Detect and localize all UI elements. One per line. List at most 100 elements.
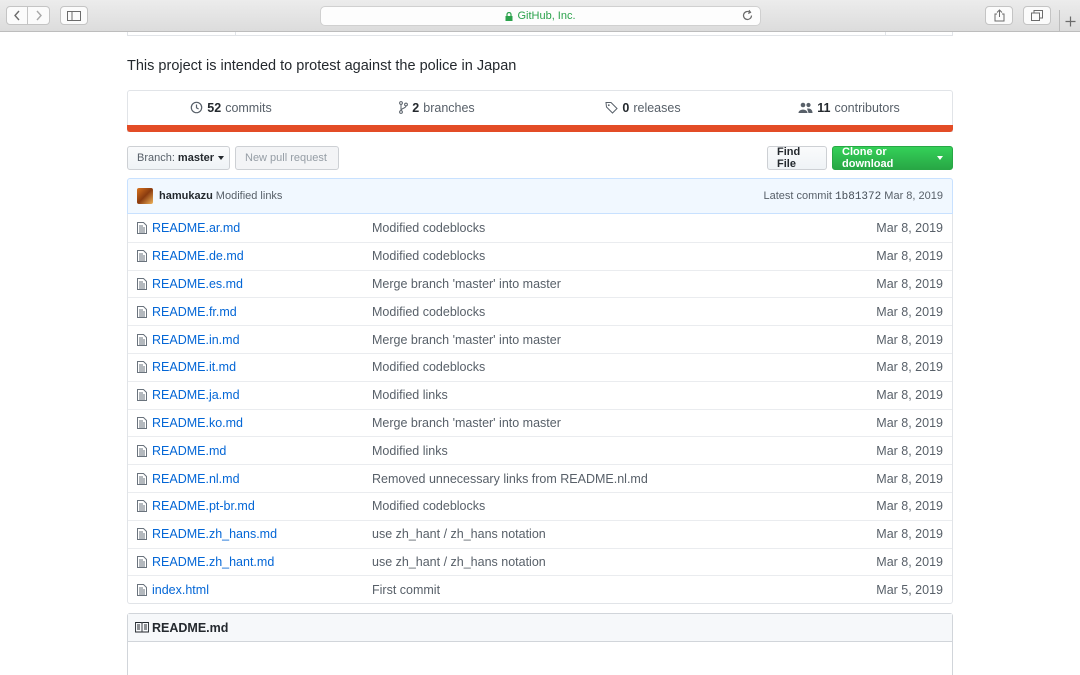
table-row: README.de.md Modified codeblocks Mar 8, … — [128, 241, 952, 270]
file-name-link[interactable]: README.ko.md — [152, 416, 372, 430]
file-commit-message[interactable]: Removed unnecessary links from README.nl… — [372, 472, 876, 486]
people-icon — [798, 102, 813, 113]
caret-down-icon — [218, 156, 224, 160]
branch-select-button[interactable]: Branch: master — [127, 146, 230, 170]
tag-icon — [605, 102, 619, 114]
file-commit-message[interactable]: Merge branch 'master' into master — [372, 416, 876, 430]
file-name-link[interactable]: README.pt-br.md — [152, 499, 372, 513]
readme-header: README.md — [128, 614, 952, 642]
file-name-link[interactable]: README.es.md — [152, 277, 372, 291]
branch-label: Branch: — [137, 152, 175, 164]
file-icon — [137, 416, 151, 429]
url-text: GitHub, Inc. — [517, 10, 576, 22]
file-commit-message[interactable]: Modified links — [372, 444, 876, 458]
book-icon — [135, 622, 149, 633]
file-commit-message[interactable]: Modified codeblocks — [372, 249, 876, 263]
file-name-link[interactable]: README.it.md — [152, 360, 372, 374]
file-name-link[interactable]: README.zh_hant.md — [152, 555, 372, 569]
file-date: Mar 8, 2019 — [876, 499, 943, 514]
file-name-link[interactable]: README.in.md — [152, 333, 372, 347]
commit-date: Mar 8, 2019 — [884, 189, 943, 202]
new-pull-request-button[interactable]: New pull request — [235, 146, 339, 170]
file-commit-message[interactable]: Modified codeblocks — [372, 305, 876, 319]
file-icon — [137, 305, 151, 318]
language-bar[interactable] — [127, 125, 953, 132]
file-date: Mar 8, 2019 — [876, 332, 943, 347]
find-file-button[interactable]: Find File — [767, 146, 827, 170]
address-bar[interactable]: GitHub, Inc. — [320, 6, 761, 26]
commit-author[interactable]: hamukazu — [159, 190, 213, 202]
commit-message[interactable]: Modified links — [216, 190, 283, 202]
file-list: README.ar.md Modified codeblocks Mar 8, … — [127, 214, 953, 605]
file-commit-message[interactable]: Merge branch 'master' into master — [372, 333, 876, 347]
file-date: Mar 8, 2019 — [876, 443, 943, 458]
file-name-link[interactable]: README.ja.md — [152, 388, 372, 402]
show-tabs-button[interactable] — [1023, 6, 1051, 25]
table-row: README.it.md Modified codeblocks Mar 8, … — [128, 352, 952, 381]
file-icon — [137, 555, 151, 568]
file-name-link[interactable]: README.fr.md — [152, 305, 372, 319]
branches-count: 2 — [412, 100, 420, 115]
history-nav — [6, 6, 50, 25]
chevron-left-icon — [14, 10, 20, 21]
table-row: index.html First commit Mar 5, 2019 — [128, 575, 952, 603]
file-commit-message[interactable]: First commit — [372, 583, 876, 597]
file-icon — [137, 444, 151, 457]
branches-label: branches — [423, 100, 475, 115]
table-row: README.zh_hans.md use zh_hant / zh_hans … — [128, 519, 952, 548]
file-commit-message[interactable]: Modified codeblocks — [372, 360, 876, 374]
file-name-link[interactable]: index.html — [152, 583, 372, 597]
file-date: Mar 8, 2019 — [876, 415, 943, 430]
share-icon — [994, 9, 1004, 22]
commit-sha[interactable]: 1b81372 — [835, 191, 881, 203]
file-commit-message[interactable]: Modified codeblocks — [372, 221, 876, 235]
file-icon — [137, 277, 151, 290]
table-row: README.fr.md Modified codeblocks Mar 8, … — [128, 297, 952, 325]
latest-commit-bar: hamukazu Modified links Latest commit 1b… — [127, 178, 953, 214]
file-name-link[interactable]: README.zh_hans.md — [152, 527, 372, 541]
latest-commit-prefix: Latest commit — [763, 189, 832, 202]
new-tab-button[interactable] — [1059, 10, 1080, 32]
file-commit-message[interactable]: use zh_hant / zh_hans notation — [372, 527, 876, 541]
file-commit-message[interactable]: Modified codeblocks — [372, 499, 876, 513]
caret-down-icon — [937, 156, 943, 160]
contributors-count: 11 — [817, 100, 831, 115]
lock-icon — [505, 11, 513, 21]
file-icon — [137, 528, 151, 541]
file-icon — [137, 389, 151, 402]
table-row: README.zh_hant.md use zh_hant / zh_hans … — [128, 547, 952, 576]
back-button[interactable] — [6, 6, 28, 25]
file-icon — [137, 583, 151, 596]
table-row: README.ko.md Merge branch 'master' into … — [128, 408, 952, 437]
file-date: Mar 8, 2019 — [876, 360, 943, 375]
forward-button[interactable] — [28, 6, 50, 25]
file-commit-message[interactable]: use zh_hant / zh_hans notation — [372, 555, 876, 569]
clone-label: Clone or download — [842, 146, 894, 170]
file-name-link[interactable]: README.nl.md — [152, 472, 372, 486]
file-name-link[interactable]: README.ar.md — [152, 221, 372, 235]
file-icon — [137, 500, 151, 513]
file-date: Mar 5, 2019 — [876, 582, 943, 597]
file-date: Mar 8, 2019 — [876, 554, 943, 569]
file-commit-message[interactable]: Merge branch 'master' into master — [372, 277, 876, 291]
file-icon — [137, 221, 151, 234]
latest-commit-info: Latest commit 1b81372 Mar 8, 2019 — [763, 190, 943, 203]
releases-count: 0 — [622, 100, 630, 115]
clone-download-button[interactable]: Clone or download — [832, 146, 953, 170]
file-date: Mar 8, 2019 — [876, 249, 943, 264]
file-date: Mar 8, 2019 — [876, 276, 943, 291]
sidebar-toggle-button[interactable] — [60, 6, 88, 25]
reload-icon[interactable] — [741, 9, 754, 22]
file-icon — [137, 333, 151, 346]
history-icon — [190, 101, 203, 114]
file-date: Mar 8, 2019 — [876, 304, 943, 319]
table-row: README.md Modified links Mar 8, 2019 — [128, 436, 952, 464]
avatar[interactable] — [137, 188, 153, 204]
table-row: README.es.md Merge branch 'master' into … — [128, 269, 952, 298]
file-name-link[interactable]: README.md — [152, 444, 372, 458]
file-commit-message[interactable]: Modified links — [372, 388, 876, 402]
file-name-link[interactable]: README.de.md — [152, 249, 372, 263]
file-icon — [137, 472, 151, 485]
tabs-icon — [1031, 10, 1043, 21]
share-button[interactable] — [985, 6, 1013, 25]
